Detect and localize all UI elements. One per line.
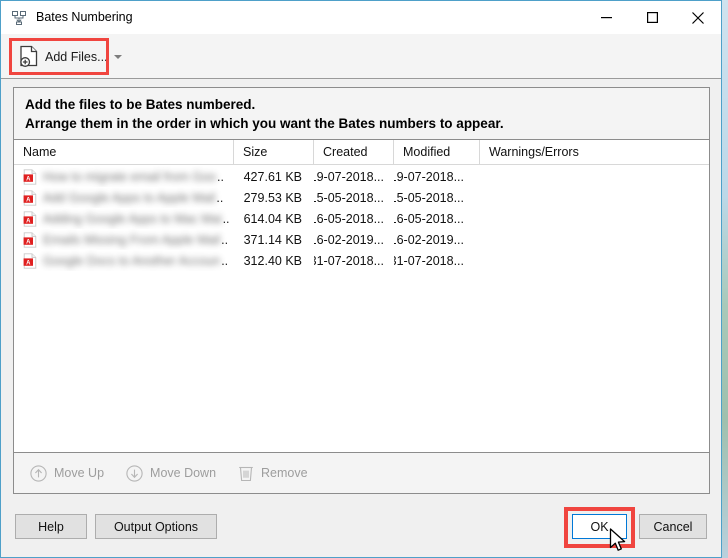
- svg-text:A: A: [26, 176, 31, 182]
- file-name-ellipsis: ..: [216, 190, 224, 205]
- cell-size: 312.40 KB: [243, 253, 302, 268]
- column-header-warnings[interactable]: Warnings/Errors: [480, 140, 709, 164]
- trash-icon: [239, 466, 253, 482]
- cell-name: A Adding Google Apps to Mac Mai..: [14, 208, 234, 229]
- minimize-button[interactable]: [583, 1, 629, 34]
- cell-name: A Google Docs to Another Accoun..: [14, 250, 234, 271]
- close-icon: [692, 11, 704, 24]
- dialog-footer: Help Output Options OK Cancel: [1, 501, 721, 557]
- cell-modified: 16-05-2018...: [394, 211, 464, 226]
- cancel-button[interactable]: Cancel: [639, 514, 707, 539]
- table-row[interactable]: A Google Docs to Another Accoun.. 312.40 K…: [14, 250, 709, 271]
- cell-name: A Add Google Apps to Apple Mail..: [14, 187, 234, 208]
- cell-modified: 16-02-2019...: [394, 232, 464, 247]
- move-up-button[interactable]: Move Up: [30, 464, 105, 482]
- table-row[interactable]: A Emails Missing From Apple Mail.. 371.14 …: [14, 229, 709, 250]
- help-button[interactable]: Help: [15, 514, 87, 539]
- arrow-down-circle-icon: [126, 464, 143, 482]
- move-down-button[interactable]: Move Down: [126, 464, 217, 482]
- cell-size: 427.61 KB: [243, 169, 302, 184]
- table-row[interactable]: A Add Google Apps to Apple Mail.. 279.53 K…: [14, 187, 709, 208]
- cell-warnings: [480, 250, 709, 271]
- instruction-line-2: Arrange them in the order in which you w…: [25, 116, 504, 131]
- file-name-label: Emails Missing From Apple Mail: [43, 232, 221, 247]
- arrow-up-circle-icon: [30, 464, 47, 482]
- cell-created: 15-05-2018...: [314, 190, 384, 205]
- cell-created: 16-02-2019...: [314, 232, 384, 247]
- cell-created: 16-05-2018...: [314, 211, 384, 226]
- bates-numbering-dialog: Bates Numbering Add Files... Add the fil…: [0, 0, 722, 558]
- cell-modified: 15-05-2018...: [394, 190, 464, 205]
- window-controls: [583, 1, 721, 34]
- column-header-created[interactable]: Created: [314, 140, 394, 164]
- add-files-label: Add Files...: [45, 49, 108, 64]
- pdf-file-icon: A: [23, 210, 37, 227]
- maximize-icon: [646, 12, 658, 23]
- cell-modified: 31-07-2018...: [394, 253, 464, 268]
- ok-button[interactable]: OK: [572, 514, 627, 539]
- toolbar: Add Files...: [1, 34, 721, 79]
- column-header-modified[interactable]: Modified: [394, 140, 480, 164]
- instructions-block: Add the files to be Bates numbered. Arra…: [14, 88, 709, 140]
- remove-label: Remove: [261, 466, 308, 480]
- file-list-panel: Add the files to be Bates numbered. Arra…: [13, 87, 710, 494]
- svg-text:A: A: [26, 260, 31, 266]
- table-row[interactable]: A How to migrate email from Goo.. 427.61 K…: [14, 166, 709, 187]
- cell-name: A Emails Missing From Apple Mail..: [14, 229, 234, 250]
- instruction-line-1: Add the files to be Bates numbered.: [25, 97, 256, 112]
- move-down-label: Move Down: [150, 466, 217, 480]
- file-name-ellipsis: ..: [222, 211, 230, 226]
- file-name-ellipsis: ..: [216, 169, 224, 184]
- pdf-file-icon: A: [23, 189, 37, 206]
- window-title: Bates Numbering: [36, 10, 133, 25]
- svg-text:A: A: [26, 197, 31, 203]
- add-files-button[interactable]: Add Files...: [15, 43, 126, 70]
- output-options-button[interactable]: Output Options: [95, 514, 217, 539]
- file-name-ellipsis: ..: [221, 232, 229, 247]
- bates-numbering-icon: [12, 10, 26, 25]
- file-name-label: Adding Google Apps to Mac Mai: [43, 211, 222, 226]
- pdf-file-icon: A: [23, 252, 37, 269]
- add-file-icon: [20, 45, 38, 67]
- title-bar: Bates Numbering: [1, 1, 721, 34]
- cell-warnings: [480, 229, 709, 250]
- svg-text:A: A: [26, 239, 31, 245]
- file-list-header: Name Size Created Modified Warnings/Erro…: [14, 140, 709, 165]
- chevron-down-icon[interactable]: [113, 54, 122, 59]
- cell-name: A How to migrate email from Goo..: [14, 166, 234, 187]
- file-name-label: Add Google Apps to Apple Mail: [43, 190, 216, 205]
- cell-warnings: [480, 166, 709, 187]
- close-button[interactable]: [675, 1, 721, 34]
- file-name-label: How to migrate email from Goo: [43, 169, 216, 184]
- cell-modified: 19-07-2018...: [394, 169, 464, 184]
- cell-size: 371.14 KB: [243, 232, 302, 247]
- minimize-icon: [600, 17, 612, 19]
- column-header-size[interactable]: Size: [234, 140, 314, 164]
- cell-size: 279.53 KB: [243, 190, 302, 205]
- file-name-label: Google Docs to Another Accoun: [43, 253, 221, 268]
- cell-size: 614.04 KB: [243, 211, 302, 226]
- move-up-label: Move Up: [54, 466, 105, 480]
- pdf-file-icon: A: [23, 168, 37, 185]
- file-name-ellipsis: ..: [221, 253, 229, 268]
- table-row[interactable]: A Adding Google Apps to Mac Mai.. 614.04 K…: [14, 208, 709, 229]
- pdf-file-icon: A: [23, 231, 37, 248]
- list-action-bar: Move Up Move Down Remove: [14, 452, 709, 493]
- remove-button[interactable]: Remove: [238, 464, 308, 482]
- cell-warnings: [480, 187, 709, 208]
- cell-created: 31-07-2018...: [314, 253, 384, 268]
- maximize-button[interactable]: [629, 1, 675, 34]
- column-header-name[interactable]: Name: [14, 140, 234, 164]
- cell-warnings: [480, 208, 709, 229]
- file-list-body[interactable]: A How to migrate email from Goo.. 427.61 K…: [14, 166, 709, 451]
- cell-created: 19-07-2018...: [314, 169, 384, 184]
- svg-text:A: A: [26, 218, 31, 224]
